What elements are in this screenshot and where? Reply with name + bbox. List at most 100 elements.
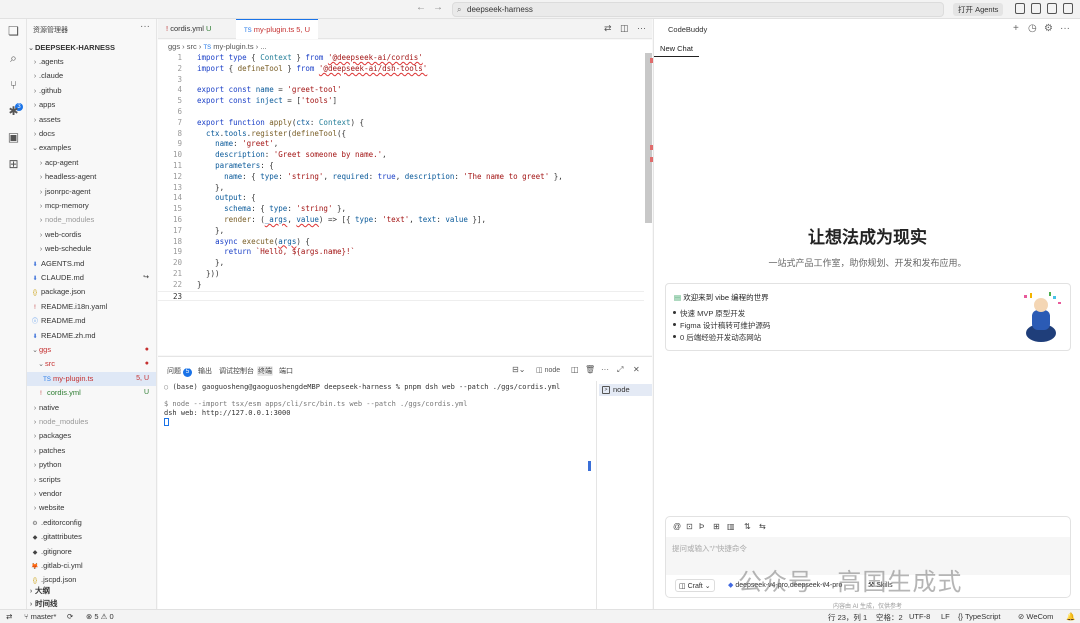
- extensions-icon[interactable]: ⊞: [7, 158, 20, 171]
- history-icon[interactable]: ◷: [1028, 23, 1037, 34]
- at-icon[interactable]: @: [673, 522, 681, 531]
- debug-icon[interactable]: ✱: [7, 105, 20, 118]
- tree-file[interactable]: ◆ .gitattributes: [27, 530, 156, 544]
- back-arrow-icon[interactable]: ←: [416, 2, 426, 13]
- component-icon[interactable]: ⊞: [713, 522, 720, 531]
- breadcrumb-item[interactable]: src: [187, 42, 197, 51]
- tree-folder[interactable]: › .github: [27, 84, 156, 98]
- tree-file[interactable]: ⚙ .editorconfig: [27, 516, 156, 530]
- trash-icon[interactable]: 🗑: [585, 365, 595, 374]
- branch-indicator[interactable]: ⑂ master*: [24, 612, 56, 621]
- tree-folder[interactable]: ⌄examples: [27, 141, 156, 155]
- wecom-status[interactable]: ⊘ WeCom: [1018, 612, 1053, 621]
- end-of-line[interactable]: LF: [941, 612, 950, 621]
- tree-folder[interactable]: › jsonrpc-agent: [27, 185, 156, 199]
- tree-folder[interactable]: › web-cordis: [27, 228, 156, 242]
- encoding[interactable]: UTF-8: [909, 612, 930, 621]
- image-icon[interactable]: ⊡: [686, 522, 693, 531]
- split-terminal-icon[interactable]: ◫: [571, 365, 579, 374]
- editor-scrollbar[interactable]: [645, 53, 652, 223]
- remote-icon[interactable]: ⇄: [6, 612, 12, 621]
- source-control-icon[interactable]: ⑂: [7, 79, 20, 92]
- tree-file[interactable]: TS my-plugin.ts 5, U: [27, 371, 156, 386]
- sync-icon[interactable]: ⟳: [67, 612, 73, 621]
- settings-icon[interactable]: ⚙: [1044, 23, 1053, 34]
- tree-file[interactable]: ! README.i18n.yaml: [27, 300, 156, 314]
- toggle-secondary-sidebar-icon[interactable]: [1047, 3, 1057, 14]
- more-actions-icon[interactable]: ···: [1060, 23, 1070, 34]
- command-search-input[interactable]: ⌕ deepseek-harness: [452, 2, 944, 17]
- tree-folder[interactable]: › node_modules: [27, 415, 156, 429]
- more-actions-icon[interactable]: ···: [637, 23, 646, 33]
- tab-cordis-yml[interactable]: ! cordis.yml U: [158, 19, 219, 39]
- cursor-position[interactable]: 行 23，列 1: [828, 612, 867, 623]
- tree-folder[interactable]: › web-schedule: [27, 242, 156, 256]
- tree-file[interactable]: ⬇ CLAUDE.md ↪: [27, 271, 156, 285]
- tree-folder[interactable]: › packages: [27, 429, 156, 443]
- tree-folder[interactable]: › native: [27, 401, 156, 415]
- maximize-panel-icon[interactable]: ⤢: [617, 365, 623, 375]
- terminal-output[interactable]: ○ (base) gaoguosheng@gaoguoshengdeMBP de…: [164, 383, 594, 603]
- tree-folder[interactable]: › python: [27, 458, 156, 472]
- explorer-icon[interactable]: ❏: [7, 25, 20, 38]
- problems-indicator[interactable]: ⊗ 5 ⚠ 0: [86, 612, 114, 621]
- open-agents-button[interactable]: 打开 Agents: [953, 3, 1004, 16]
- tree-folder[interactable]: › apps: [27, 98, 156, 112]
- search-icon[interactable]: ⌕: [7, 52, 20, 65]
- tree-folder[interactable]: ⌄ggs ●: [27, 343, 156, 357]
- tree-folder[interactable]: › .agents: [27, 55, 156, 69]
- tree-folder[interactable]: › assets: [27, 113, 156, 127]
- toggle-sidebar-icon[interactable]: [1015, 3, 1025, 14]
- more-actions-icon[interactable]: ···: [601, 365, 609, 374]
- tree-folder[interactable]: › headless-agent: [27, 170, 156, 184]
- tree-folder[interactable]: › vendor: [27, 487, 156, 501]
- breadcrumb-item[interactable]: ...: [260, 42, 266, 51]
- tree-folder[interactable]: › node_modules: [27, 213, 156, 227]
- tree-file[interactable]: ⬇ README.zh.md: [27, 329, 156, 343]
- terminal-name[interactable]: ◫ node: [536, 366, 560, 374]
- tree-folder[interactable]: ⌄src ●: [27, 357, 156, 371]
- close-panel-icon[interactable]: ✕: [633, 365, 640, 374]
- more-actions-icon[interactable]: ···: [140, 21, 150, 32]
- language-mode[interactable]: {} TypeScript: [958, 612, 1000, 621]
- mode-select[interactable]: ◫ Craft ⌄: [675, 579, 715, 592]
- terminal-layout-icon[interactable]: ⊟⌄: [512, 365, 525, 374]
- remote-explorer-icon[interactable]: ▣: [7, 131, 20, 144]
- tree-file[interactable]: ⓘ README.md: [27, 314, 156, 328]
- breadcrumb-item[interactable]: my-plugin.ts: [213, 42, 253, 51]
- book-icon[interactable]: ▥: [727, 522, 735, 531]
- figma-icon[interactable]: Ϸ: [699, 522, 704, 531]
- tree-file[interactable]: ! cordis.yml U: [27, 386, 156, 400]
- terminal-list-item[interactable]: > node: [599, 384, 652, 396]
- indentation[interactable]: 空格：2: [876, 612, 903, 623]
- customize-layout-icon[interactable]: [1063, 3, 1073, 14]
- tree-folder[interactable]: › mcp-memory: [27, 199, 156, 213]
- welcome-card[interactable]: ▤ 欢迎来到 vibe 编程的世界 快速 MVP 原型开发 Figma 设计稿转…: [665, 283, 1071, 351]
- tree-file[interactable]: 🦊 .gitlab-ci.yml: [27, 559, 156, 573]
- code-editor[interactable]: 1 import type { Context } from '@deepseek…: [158, 53, 652, 355]
- timeline-section[interactable]: › 时间线: [27, 597, 156, 609]
- tree-folder[interactable]: › scripts: [27, 473, 156, 487]
- forward-arrow-icon[interactable]: →: [433, 2, 443, 13]
- split-editor-icon[interactable]: ◫: [620, 23, 629, 34]
- notifications-icon[interactable]: 🔔: [1066, 612, 1075, 621]
- outline-section[interactable]: › 大纲: [27, 584, 156, 598]
- tab-new-chat[interactable]: New Chat: [654, 41, 699, 57]
- code-icon[interactable]: ⇅: [744, 522, 751, 531]
- terminal-scrollbar[interactable]: [588, 461, 591, 471]
- tree-folder[interactable]: › acp-agent: [27, 156, 156, 170]
- compare-icon[interactable]: ⇄: [604, 23, 612, 34]
- breadcrumb-item[interactable]: ggs: [168, 42, 180, 51]
- tab-problems[interactable]: 问题 5: [167, 366, 192, 377]
- tree-folder[interactable]: › patches: [27, 444, 156, 458]
- tree-folder[interactable]: › docs: [27, 127, 156, 141]
- tree-folder[interactable]: › .claude: [27, 69, 156, 83]
- tree-file[interactable]: {} package.json: [27, 285, 156, 299]
- rules-icon[interactable]: ⇆: [759, 522, 766, 531]
- tree-file[interactable]: ◆ .gitignore: [27, 545, 156, 559]
- tab-debug-console[interactable]: 调试控制台: [219, 366, 254, 376]
- tree-file[interactable]: ⬇ AGENTS.md: [27, 257, 156, 271]
- tab-my-plugin-ts[interactable]: TS my-plugin.ts 5, U: [236, 19, 319, 39]
- tab-ports[interactable]: 端口: [279, 366, 293, 376]
- toggle-panel-icon[interactable]: [1031, 3, 1041, 14]
